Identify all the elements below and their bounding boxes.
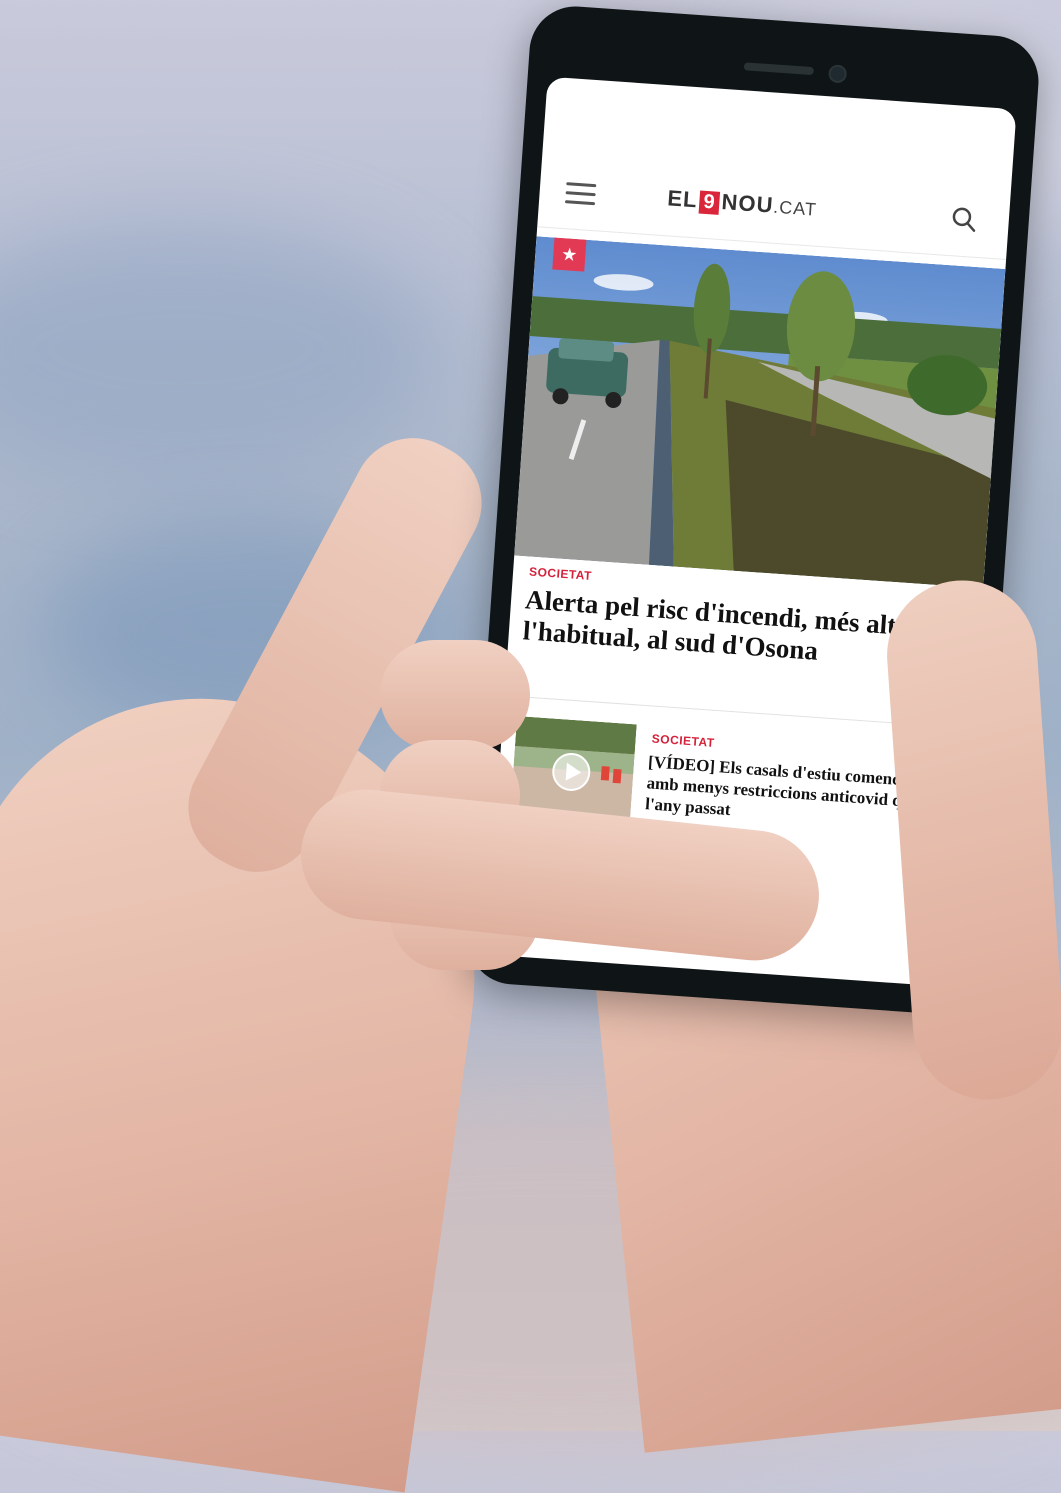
- phone-speaker: [743, 62, 815, 76]
- featured-category[interactable]: SOCIETAT: [529, 565, 593, 583]
- featured-image[interactable]: ★: [514, 236, 1006, 589]
- site-logo[interactable]: EL 9 NOU.CAT: [667, 185, 818, 221]
- article-category[interactable]: SOCIETAT: [651, 732, 715, 750]
- phone-camera: [828, 64, 848, 84]
- site-header: EL 9 NOU.CAT: [537, 76, 1017, 261]
- logo-nine: 9: [698, 190, 721, 215]
- left-middle-finger: [380, 640, 530, 750]
- hamburger-menu-icon[interactable]: [564, 182, 597, 206]
- article-thumbnail[interactable]: [510, 716, 637, 821]
- logo-suffix: .CAT: [772, 196, 818, 220]
- logo-el: EL: [666, 185, 699, 213]
- search-icon[interactable]: [950, 205, 978, 233]
- featured-photo: [514, 236, 1006, 589]
- logo-nou: NOU: [720, 189, 775, 218]
- star-icon: ★: [552, 237, 587, 272]
